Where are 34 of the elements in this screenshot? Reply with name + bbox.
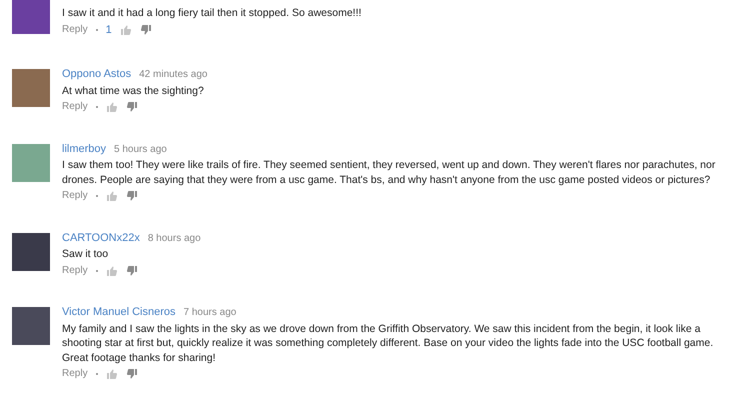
thumbs-up-icon[interactable] — [106, 264, 118, 277]
avatar-placeholder — [12, 307, 50, 345]
comment-time: 5 hours ago — [114, 142, 167, 156]
author-name[interactable]: Oppono Astos — [62, 67, 132, 82]
comment-time: 7 hours ago — [184, 306, 236, 320]
avatar-placeholder — [12, 144, 50, 182]
avatar-placeholder — [12, 0, 50, 34]
thumbs-down-icon[interactable] — [126, 190, 138, 202]
comment-text: My family and I saw the lights in the sky as we drove down from the Griffith Observatory. We saw this incident from the begin, it look like a shooting star at first but, quickly realize it was something completely different. Base on your video the lights fade into the USC football game. Great footage thanks for sharing! — [62, 322, 714, 365]
thumbs-down-icon[interactable] — [126, 264, 138, 277]
avatar-placeholder — [12, 232, 50, 270]
thumbs-up-icon[interactable] — [120, 24, 132, 36]
comment-time: 42 minutes ago — [139, 68, 208, 82]
avatar-placeholder — [12, 69, 50, 107]
thumbs-up-icon[interactable] — [106, 101, 118, 114]
thumbs-down-icon[interactable] — [126, 368, 138, 380]
reply-link[interactable]: Reply — [62, 100, 88, 114]
reply-link[interactable]: Reply — [62, 264, 88, 278]
comment-text: I saw them too! They were like trails of fire. They seemed sentient, they reversed, went up and down. They weren't flares nor parachutes, nor drones. People are saying that they were from a usc game. That's bs, and why hasn't anyone from the usc game posted videos or pictures? — [62, 158, 716, 187]
comment-time: 8 hours ago — [148, 232, 201, 246]
author-name[interactable]: lilmerboy — [62, 142, 106, 156]
author-name[interactable]: CARTOONx22x — [62, 230, 140, 245]
thumbs-down-icon[interactable] — [140, 24, 152, 36]
comment-text: Saw it too — [62, 247, 110, 262]
thumbs-down-icon[interactable] — [126, 101, 138, 114]
like-count: 1 — [106, 22, 112, 37]
reply-link[interactable]: Reply — [62, 367, 88, 382]
comment-text: At what time was the sighting? — [62, 84, 205, 98]
thumbs-up-icon[interactable] — [106, 190, 118, 202]
comment-text: I saw it and it had a long fiery tail then it stopped. So awesome!!! — [62, 6, 362, 20]
author-name[interactable]: Victor Manuel Cisneros — [62, 305, 176, 320]
reply-link[interactable]: Reply — [62, 22, 88, 37]
reply-link[interactable]: Reply — [62, 189, 88, 204]
thumbs-up-icon[interactable] — [106, 368, 118, 380]
